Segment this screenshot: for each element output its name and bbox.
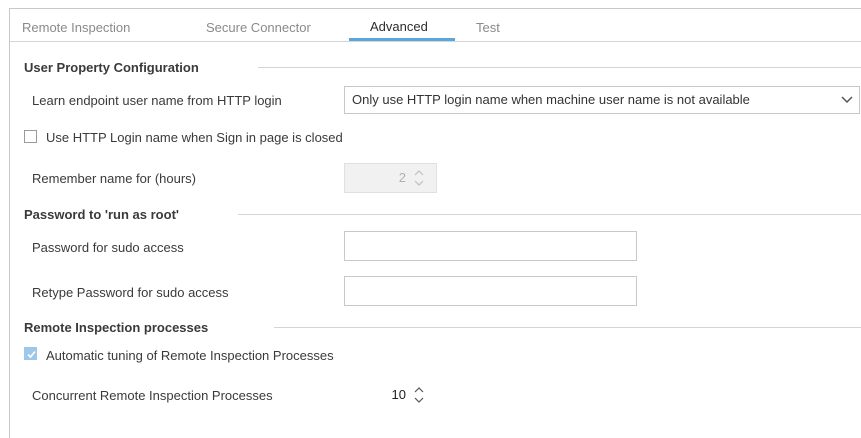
sudo-password-input[interactable]: [344, 231, 637, 261]
spinner-arrows-icon[interactable]: [414, 386, 424, 404]
learn-endpoint-select[interactable]: Only use HTTP login name when machine us…: [344, 86, 860, 114]
chevron-down-icon: [841, 87, 853, 113]
section-divider: [274, 327, 861, 328]
section-divider: [238, 214, 861, 215]
checkmark-icon: [27, 350, 36, 359]
learn-endpoint-label: Learn endpoint user name from HTTP login: [32, 93, 282, 108]
concurrent-processes-label: Concurrent Remote Inspection Processes: [32, 388, 273, 403]
retype-sudo-password-label: Retype Password for sudo access: [32, 285, 229, 300]
sudo-password-label: Password for sudo access: [32, 240, 184, 255]
concurrent-processes-value: 10: [391, 387, 406, 402]
use-http-login-checkbox[interactable]: [24, 130, 37, 143]
tab-advanced[interactable]: Advanced: [370, 19, 428, 34]
active-tab-indicator: [349, 38, 455, 41]
remember-name-label: Remember name for (hours): [32, 171, 196, 186]
learn-endpoint-select-value: Only use HTTP login name when machine us…: [352, 92, 750, 107]
concurrent-processes-spinner[interactable]: 10: [344, 380, 437, 410]
section-title-user-property: User Property Configuration: [24, 60, 199, 75]
tab-bar: Remote Inspection Secure Connector Advan…: [10, 9, 861, 42]
tab-test[interactable]: Test: [476, 20, 500, 35]
section-title-password: Password to 'run as root': [24, 207, 179, 222]
use-http-login-label: Use HTTP Login name when Sign in page is…: [46, 130, 343, 145]
tab-remote-inspection[interactable]: Remote Inspection: [22, 20, 130, 35]
auto-tuning-checkbox[interactable]: [24, 347, 37, 360]
retype-sudo-password-input[interactable]: [344, 276, 637, 306]
remember-name-spinner[interactable]: 2: [344, 163, 437, 193]
section-divider: [258, 67, 861, 68]
spinner-arrows-icon[interactable]: [414, 169, 424, 187]
tab-secure-connector[interactable]: Secure Connector: [206, 20, 311, 35]
section-title-remote-processes: Remote Inspection processes: [24, 320, 209, 335]
auto-tuning-label: Automatic tuning of Remote Inspection Pr…: [46, 348, 334, 363]
remember-name-value: 2: [398, 170, 406, 185]
